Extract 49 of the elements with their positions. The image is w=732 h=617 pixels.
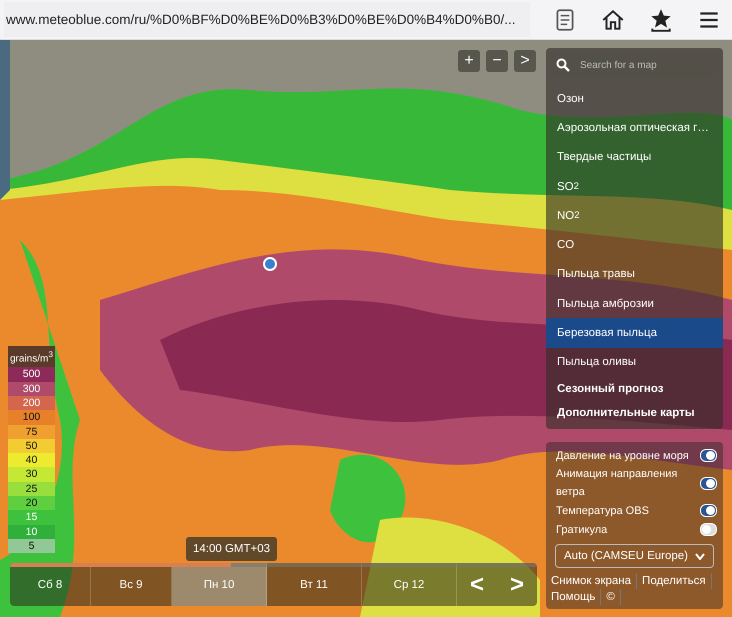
toggle-switch[interactable] [700, 449, 717, 462]
map-control-button[interactable]: − [486, 50, 508, 72]
map-layer-item[interactable]: CO [546, 230, 723, 260]
map-layer-item[interactable]: Сезонный прогноз [546, 376, 723, 401]
day-tab[interactable]: Вт 11 [267, 563, 362, 606]
map-control-button[interactable]: + [458, 50, 480, 72]
map-control-button[interactable]: > [514, 50, 536, 72]
legend-entry: 300 [8, 382, 55, 396]
url-field[interactable]: www.meteoblue.com/ru/%D0%BF%D0%BE%D0%B3%D0%BE%D0%B4%D0%B0/... [4, 2, 530, 37]
legend-entry: 10 [8, 524, 55, 539]
footer-link[interactable]: © [601, 589, 621, 605]
overlay-label: Температура OBS [556, 504, 649, 518]
overlay-label: Давление на уровне моря [556, 448, 689, 464]
footer-link[interactable]: Снимок экрана [546, 573, 638, 589]
map-layer-item[interactable]: Озон [546, 84, 723, 114]
map-layer-item[interactable]: Пыльца амброзии [546, 289, 723, 318]
footer-link[interactable]: Помощь [546, 589, 602, 605]
legend-unit: grains/m$^{3}$ [8, 346, 55, 368]
legend-entry: 50 [8, 438, 55, 454]
legend-entry: 40 [8, 453, 55, 468]
legend-entry: 100 [8, 410, 55, 425]
map-layer-item[interactable]: Березовая пыльца [546, 318, 723, 348]
footer-link[interactable]: Поделиться [637, 573, 712, 589]
time-label: 14:00 GMT+03 [186, 537, 278, 561]
search-field[interactable]: Search for a map [578, 58, 702, 72]
map-layer-item[interactable]: Пыльца оливы [546, 348, 723, 377]
overlay-label: Анимация направления ветра [556, 467, 678, 500]
map-layer-item[interactable]: Аэрозольная оптическая г… [546, 113, 723, 143]
search-icon [556, 58, 570, 72]
map-layer-item[interactable]: Дополнительные карты [546, 400, 723, 425]
day-tab[interactable]: Сб 8 [10, 563, 92, 606]
legend-entry: 25 [8, 482, 55, 496]
map-layer-item[interactable]: Пыльца травы [546, 260, 723, 290]
toggle-switch[interactable] [700, 504, 717, 517]
previous-button[interactable]: < [456, 563, 497, 606]
legend-entry: 30 [8, 467, 55, 482]
legend-entry: 75 [8, 424, 55, 439]
legend-entry: 500 [8, 367, 55, 382]
day-tab[interactable]: Вс 9 [91, 563, 172, 606]
overlay-label: Гратикула [556, 522, 608, 538]
legend-entry: 5 [8, 538, 55, 554]
chevron-down-icon [695, 552, 705, 560]
legend-entry: 200 [8, 396, 55, 410]
legend-entry: 20 [8, 496, 55, 510]
next-button[interactable]: > [496, 563, 537, 606]
day-tab[interactable]: Ср 12 [362, 563, 457, 606]
map-layer-item[interactable]: Твердые частицы [546, 142, 723, 172]
model-dropdown[interactable]: Auto (CAMSEU Europe) [555, 544, 714, 568]
toggle-switch[interactable] [700, 523, 717, 536]
